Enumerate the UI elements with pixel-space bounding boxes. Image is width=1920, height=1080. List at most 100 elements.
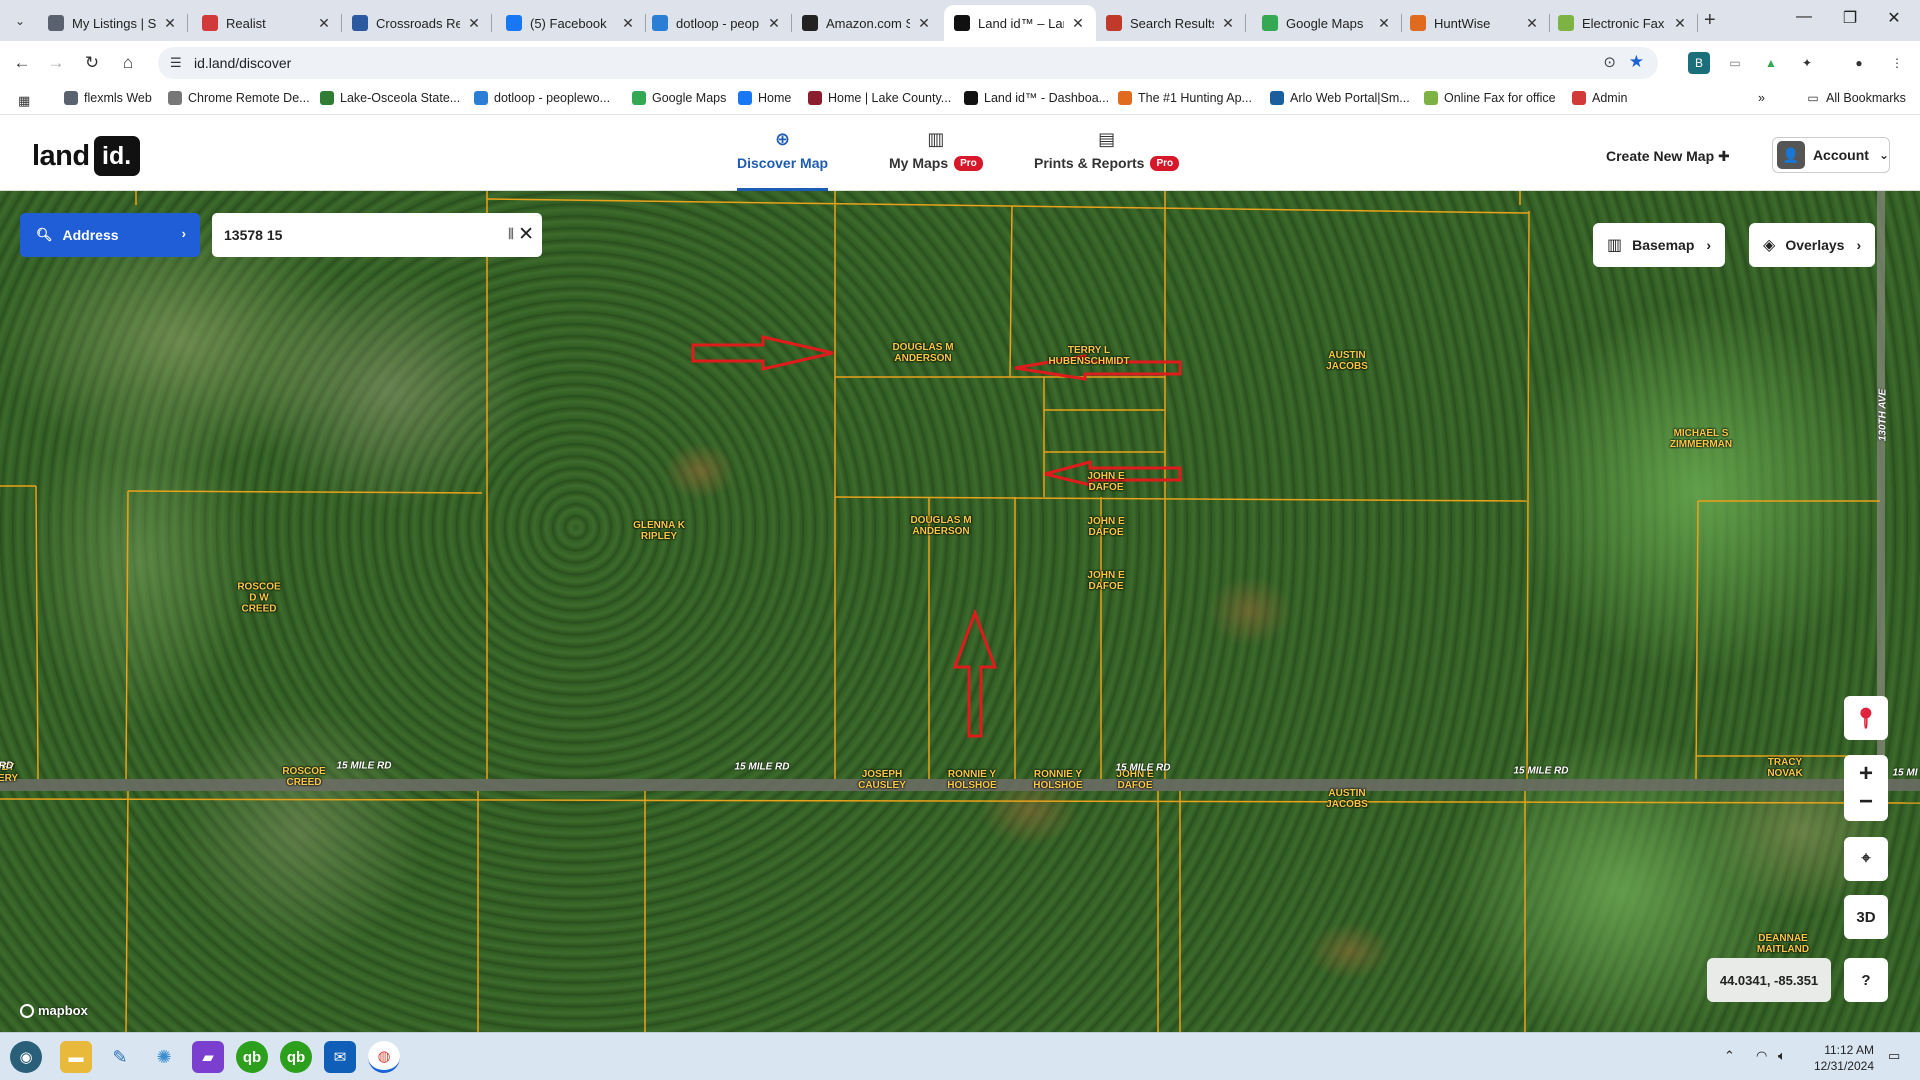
bookmark-item[interactable]: dotloop - peoplewo... [474, 91, 610, 105]
back-icon[interactable]: ← [10, 51, 34, 75]
file-explorer-icon[interactable]: ▬ [60, 1041, 92, 1073]
parcel-owner-label[interactable]: TRACY NOVAK [1767, 757, 1802, 779]
close-tab-icon[interactable]: ✕ [1672, 15, 1688, 32]
media-app-icon[interactable]: ▰ [192, 1041, 224, 1073]
browser-tab[interactable]: Electronic Fax (✕ [1548, 5, 1698, 41]
land-id-logo[interactable]: land id. [32, 136, 140, 176]
search-input[interactable] [224, 227, 464, 243]
zoom-in-icon[interactable]: + [1859, 760, 1873, 788]
profile-avatar-icon[interactable]: ● [1848, 52, 1870, 74]
location-icon[interactable]: ⊙ [1603, 53, 1616, 71]
bookmark-item[interactable]: The #1 Hunting Ap... [1118, 91, 1252, 105]
start-orb-icon[interactable]: ◉ [10, 1041, 42, 1073]
search-type-button[interactable]: 🔍︎ Address › [20, 213, 200, 257]
clear-search-icon[interactable]: ✕ [518, 223, 534, 246]
satellite-map[interactable]: DOUGLAS M ANDERSON TERRY L HUBENSCHMIDT AU… [0, 191, 1920, 1032]
browser-tab[interactable]: dotloop - peop ✕ [642, 5, 792, 41]
close-tab-icon[interactable]: ✕ [1376, 15, 1392, 32]
nav-discover-map[interactable]: ⊕ Discover Map [737, 129, 829, 191]
bookmark-item[interactable]: Land id™ - Dashboa... [964, 91, 1109, 105]
notification-icon[interactable]: ▭ [1888, 1048, 1900, 1064]
volume-icon[interactable]: 🔈︎ [1778, 1048, 1786, 1064]
parcel-owner-label[interactable]: GLENNA K RIPLEY [633, 520, 685, 542]
browser-tab[interactable]: Land id™ – Lan ✕ [944, 5, 1096, 41]
mapbox-attribution[interactable]: mapbox [20, 1003, 88, 1018]
system-clock[interactable]: 11:12 AM 12/31/2024 [1810, 1042, 1874, 1074]
parcel-owner-label[interactable]: MICHAEL S ZIMMERMAN [1670, 428, 1732, 450]
parcel-owner-label[interactable]: JOHN E DAFOE [1087, 516, 1124, 538]
tray-overflow-icon[interactable]: ⌃ [1724, 1048, 1735, 1064]
chrome-icon[interactable]: ◍ [368, 1041, 400, 1073]
nav-prints-reports[interactable]: ▤ Prints & Reports Pro [1034, 129, 1180, 191]
minimize-icon[interactable]: — [1784, 8, 1824, 26]
parcel-owner-label[interactable]: AUSTIN JACOBS [1326, 350, 1368, 372]
home-icon[interactable]: ⌂ [116, 51, 140, 75]
extensions-puzzle-icon[interactable]: ✦ [1796, 52, 1818, 74]
overlays-button[interactable]: ◈ Overlays › [1749, 223, 1876, 267]
address-bar[interactable]: ☰ id.land/discover ⊙ ★ [158, 47, 1658, 79]
restore-icon[interactable]: ❐ [1830, 8, 1870, 28]
quickbooks-2-icon[interactable]: qb [280, 1041, 312, 1073]
reload-icon[interactable]: ↻ [80, 51, 104, 75]
all-bookmarks[interactable]: ▭ All Bookmarks [1806, 91, 1906, 105]
account-button[interactable]: 👤 Account ⌄ [1772, 137, 1890, 173]
drop-pin-button[interactable]: 📍︎ [1844, 696, 1888, 740]
parcel-owner-label[interactable]: JOSEPH CAUSLEY [858, 769, 906, 791]
basemap-button[interactable]: ▥ Basemap › [1593, 223, 1726, 267]
browser-tab[interactable]: Search Results ✕ [1096, 5, 1246, 41]
close-tab-icon[interactable]: ✕ [1070, 15, 1086, 32]
cast-icon[interactable]: ▭ [1724, 52, 1746, 74]
close-tab-icon[interactable]: ✕ [1220, 15, 1236, 32]
parcel-owner-label[interactable]: ROSCOE CREED [282, 766, 325, 788]
browser-tab[interactable]: My Listings | St ✕ [38, 5, 188, 41]
parcel-owner-label[interactable]: ROSCOE D W CREED [237, 582, 280, 615]
close-window-icon[interactable]: ✕ [1874, 8, 1914, 28]
bookmark-item[interactable]: flexmls Web [64, 91, 152, 105]
close-tab-icon[interactable]: ✕ [1524, 15, 1540, 32]
drive-icon[interactable]: ▲ [1760, 52, 1782, 74]
bookmark-item[interactable]: Online Fax for office [1424, 91, 1556, 105]
3d-button[interactable]: 3D [1844, 895, 1888, 939]
parcel-owner-label[interactable]: DOUGLAS M ANDERSON [892, 342, 953, 364]
close-tab-icon[interactable]: ✕ [916, 15, 932, 32]
browser-tab[interactable]: Amazon.com S ✕ [792, 5, 942, 41]
network-tool-icon[interactable]: ✺ [148, 1041, 180, 1073]
site-info-icon[interactable]: ☰ [170, 55, 182, 71]
browser-tab[interactable]: Realist ✕ [192, 5, 342, 41]
outlook-icon[interactable]: ✉ [324, 1041, 356, 1073]
parcel-owner-label[interactable]: RONNIE Y HOLSHOE [947, 769, 996, 791]
pen-tool-icon[interactable]: ✎ [104, 1041, 136, 1073]
new-tab-icon[interactable]: + [1704, 9, 1716, 32]
bookmark-item[interactable]: Google Maps [632, 91, 726, 105]
create-new-map-button[interactable]: Create New Map ✚ [1606, 148, 1730, 165]
bookmark-item[interactable]: Lake-Osceola State... [320, 91, 460, 105]
parcel-owner-label[interactable]: TERRY L HUBENSCHMIDT [1048, 345, 1129, 367]
bookmark-star-icon[interactable]: ★ [1629, 52, 1644, 72]
apps-grid-icon[interactable]: ▦ [18, 93, 30, 109]
close-tab-icon[interactable]: ✕ [466, 15, 482, 32]
bookmark-item[interactable]: Chrome Remote De... [168, 91, 310, 105]
close-tab-icon[interactable]: ✕ [620, 15, 636, 32]
forward-icon[interactable]: → [44, 51, 68, 75]
search-mode-icon[interactable]: ⫼ [508, 226, 514, 242]
extension-icon[interactable]: B [1688, 52, 1710, 74]
bookmark-item[interactable]: Home | Lake County... [808, 91, 951, 105]
quickbooks-icon[interactable]: qb [236, 1041, 268, 1073]
bookmark-item[interactable]: Arlo Web Portal|Sm... [1270, 91, 1410, 105]
close-tab-icon[interactable]: ✕ [766, 15, 782, 32]
browser-tab[interactable]: Crossroads Rea ✕ [342, 5, 492, 41]
parcel-owner-label[interactable]: DEANNAE MAITLAND [1757, 933, 1809, 955]
close-tab-icon[interactable]: ✕ [162, 15, 178, 32]
browser-tab[interactable]: HuntWise ✕ [1400, 5, 1550, 41]
browser-tab[interactable]: (5) Facebook ✕ [496, 5, 646, 41]
tab-search-icon[interactable]: ⌄ [8, 9, 32, 33]
my-location-button[interactable]: ⌖ [1844, 837, 1888, 881]
help-button[interactable]: ? [1844, 958, 1888, 1002]
wifi-icon[interactable]: ◠ [1756, 1048, 1767, 1064]
chrome-menu-icon[interactable]: ⋮ [1886, 52, 1908, 74]
parcel-owner-label[interactable]: RONNIE Y HOLSHOE [1033, 769, 1082, 791]
more-bookmarks-icon[interactable]: » [1758, 91, 1765, 105]
parcel-owner-label[interactable]: DOUGLAS M ANDERSON [910, 515, 971, 537]
bookmark-item[interactable]: Admin [1572, 91, 1627, 105]
zoom-out-icon[interactable]: − [1859, 788, 1873, 816]
